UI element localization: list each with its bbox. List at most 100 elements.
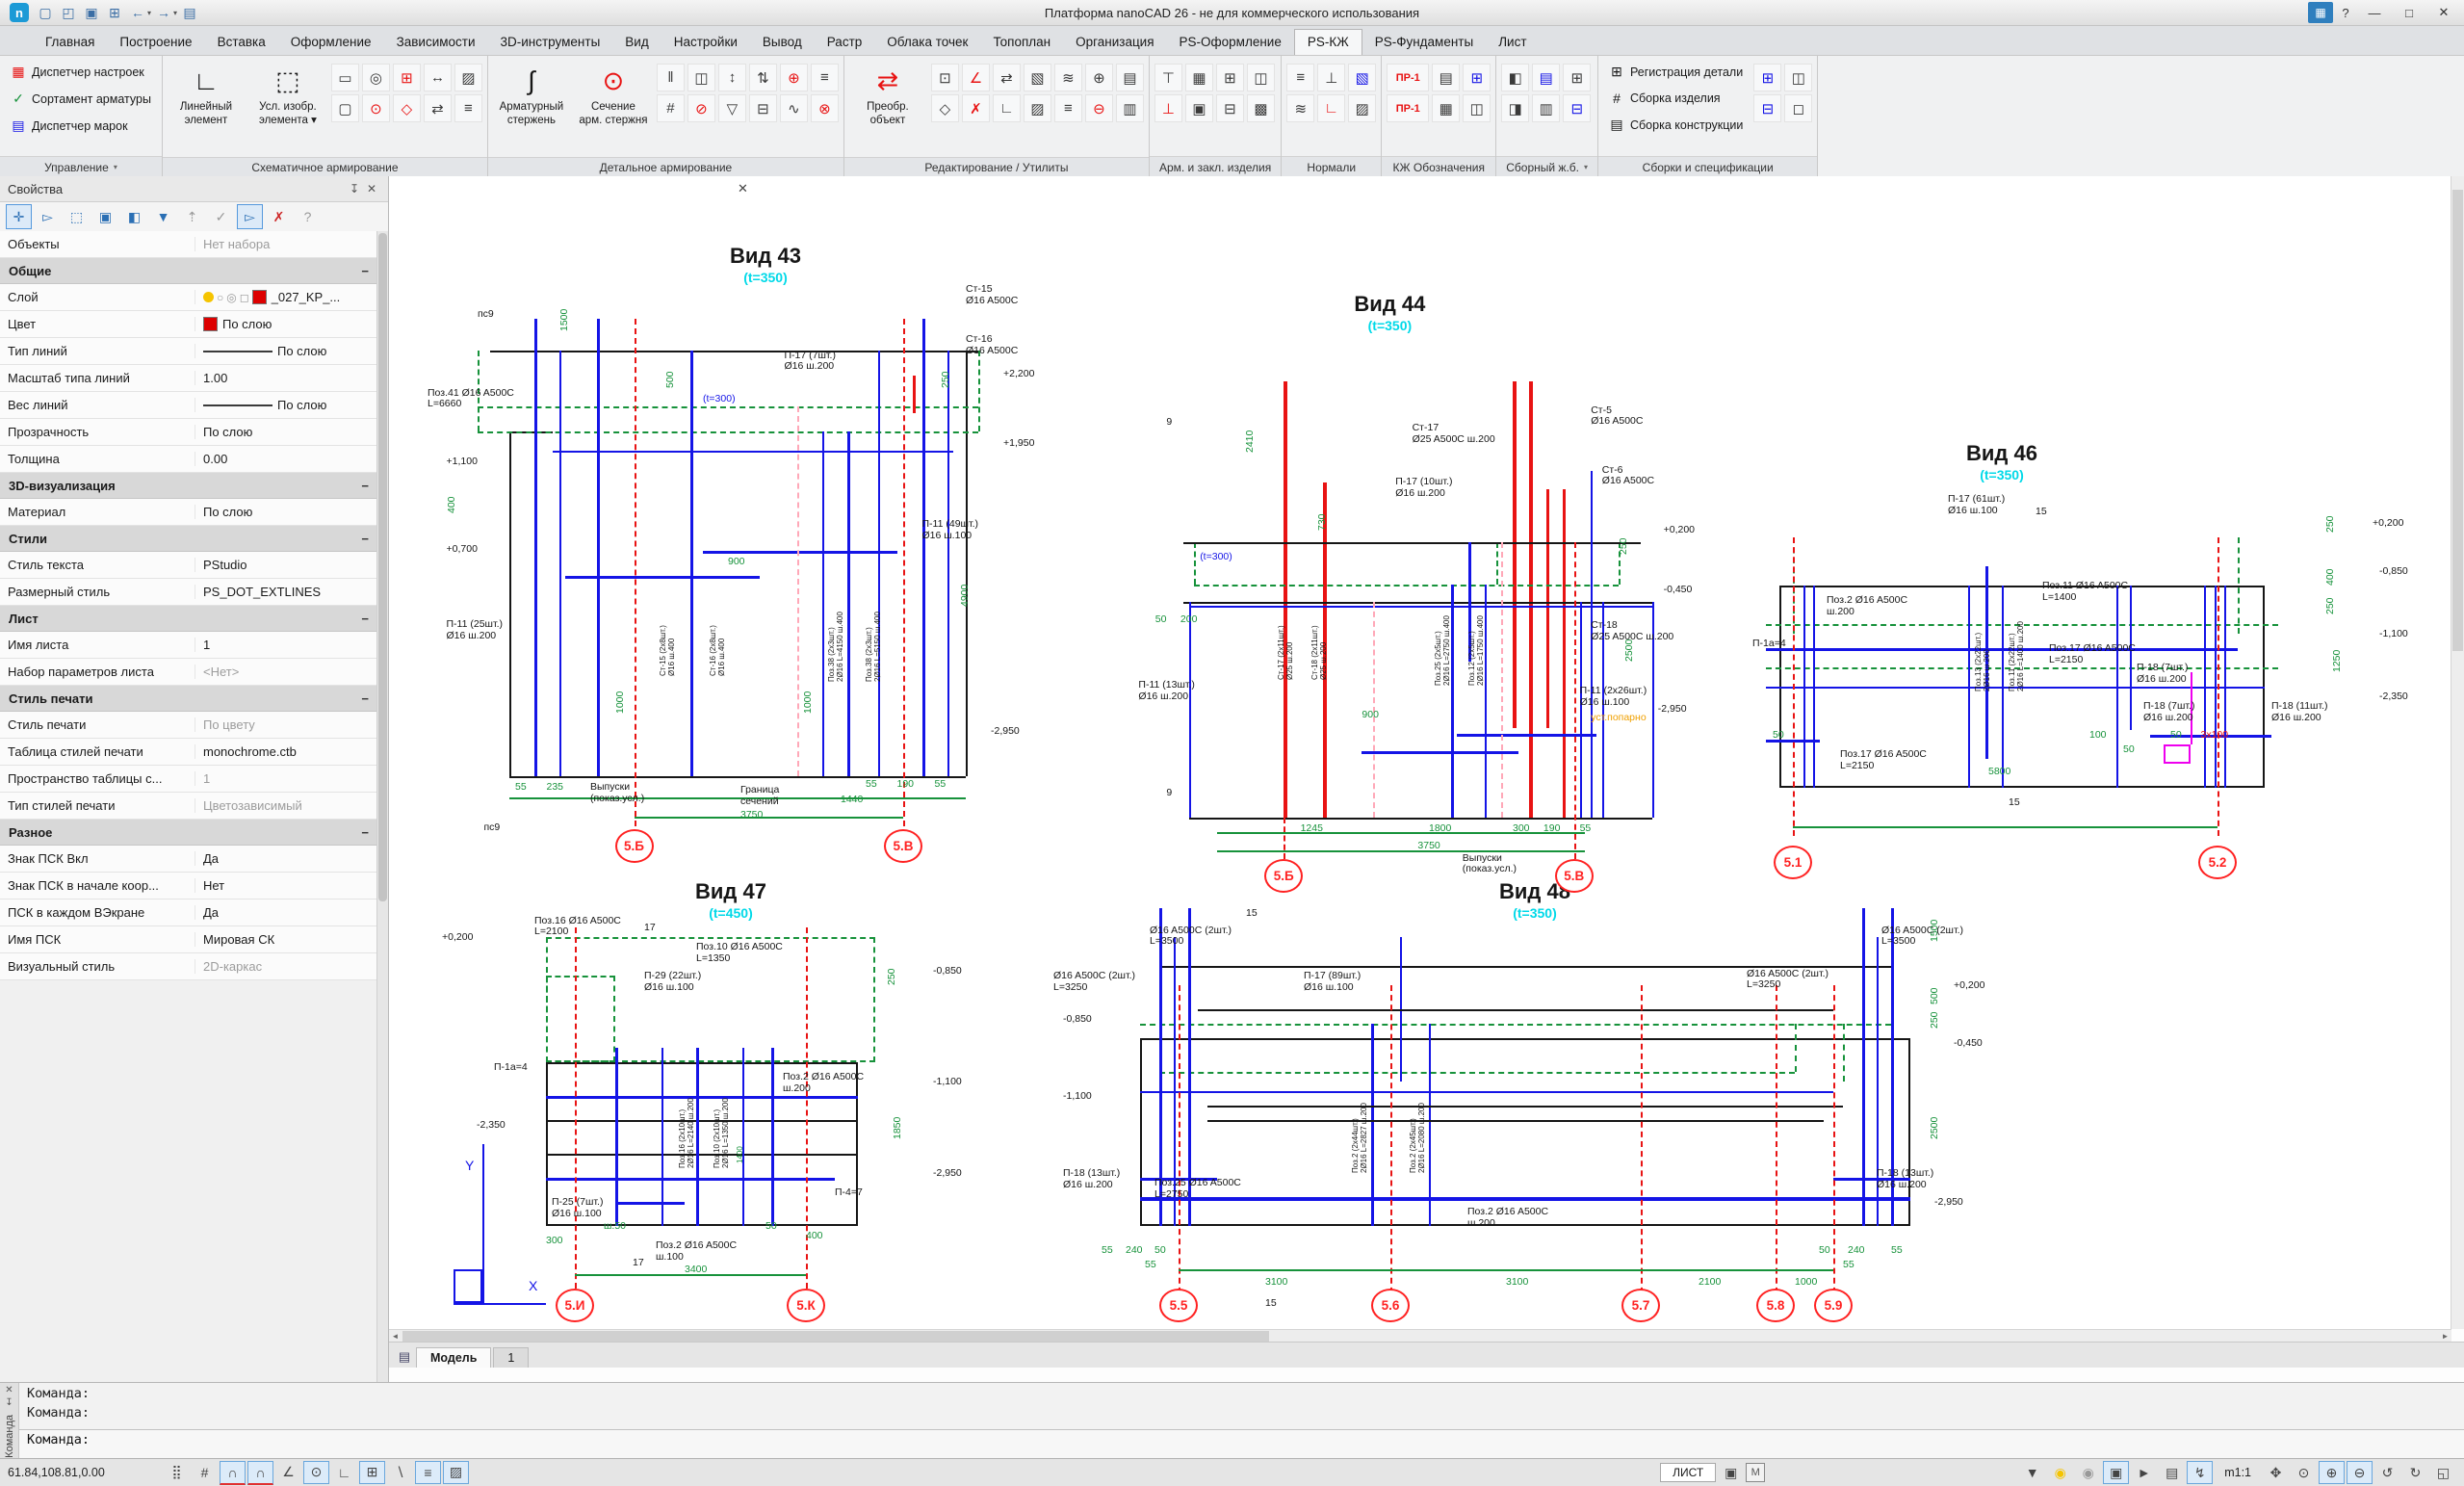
properties-section-header[interactable]: Стили− [0, 526, 377, 552]
quick-properties-icon[interactable]: ▤ [2159, 1461, 2185, 1484]
zoom-out-icon[interactable]: ⊖ [2347, 1461, 2373, 1484]
new-file-icon[interactable]: ▢ [35, 3, 56, 22]
ribbon-icon-button[interactable]: ▦ [1185, 64, 1213, 91]
dynamic-input-icon[interactable]: ↯ [2187, 1461, 2213, 1484]
ribbon-icon-button[interactable]: ‖ [657, 64, 685, 91]
minimize-button[interactable]: — [2358, 2, 2391, 23]
properties-tool-icon[interactable]: ▻ [237, 204, 263, 229]
annotation-scale-icon[interactable]: ▣ [2103, 1461, 2129, 1484]
property-value[interactable]: Нет набора [195, 237, 377, 251]
ribbon-icon-button[interactable]: ⊕ [780, 64, 808, 91]
osnap-icon[interactable]: ∩ [220, 1461, 246, 1485]
layer-state-icon[interactable]: ○ [217, 291, 223, 304]
ribbon-icon-button[interactable]: ⊙ [362, 94, 390, 122]
zoom-in-icon[interactable]: ⊕ [2319, 1461, 2345, 1484]
ribbon-icon-button[interactable]: ▧ [1024, 64, 1051, 91]
snap-icon[interactable]: # [192, 1461, 218, 1484]
chevron-down-icon[interactable]: ▾ [1584, 163, 1588, 171]
ribbon-icon-button[interactable]: ▩ [1247, 94, 1275, 122]
ribbon-icon-button[interactable]: # [657, 94, 685, 122]
info-button[interactable]: ▦ [2308, 2, 2333, 23]
ribbon-icon-button[interactable]: ▽ [718, 94, 746, 122]
collapse-icon[interactable]: − [361, 532, 369, 546]
ribbon-button[interactable]: ✓Сортамент арматуры [5, 87, 157, 111]
save-icon[interactable]: ▣ [81, 3, 102, 22]
collapse-icon[interactable]: − [361, 612, 369, 626]
help-button[interactable]: ? [2335, 2, 2356, 23]
angle-snap-icon[interactable]: ∠ [275, 1461, 301, 1484]
collapse-icon[interactable]: − [361, 264, 369, 278]
ribbon-button[interactable]: #Сборка изделия [1603, 87, 1749, 110]
properties-tool-icon[interactable]: ? [295, 204, 321, 229]
ribbon-icon-button[interactable]: ∿ [780, 94, 808, 122]
ribbon-icon-button[interactable]: ⊞ [1463, 64, 1491, 91]
ribbon-icon-button[interactable]: ↕ [718, 64, 746, 91]
drawing-close-icon[interactable]: ✕ [738, 181, 748, 196]
property-value[interactable]: <Нет> [195, 665, 377, 679]
properties-section-header[interactable]: Стиль печати− [0, 686, 377, 712]
pan-icon[interactable]: ✥ [2263, 1461, 2289, 1484]
annotation-dropdown-icon[interactable]: ▼ [2019, 1461, 2045, 1484]
properties-tool-icon[interactable]: ⇡ [179, 204, 205, 229]
ribbon-icon-button[interactable]: ▨ [1024, 94, 1051, 122]
layout-tab-1[interactable]: 1 [493, 1347, 529, 1368]
object-tracking-icon[interactable]: ⊞ [359, 1461, 385, 1484]
ribbon-icon-button[interactable]: ⊞ [1753, 64, 1781, 91]
ribbon-icon-button[interactable]: ▤ [1532, 64, 1560, 91]
ribbon-tab-организация[interactable]: Организация [1063, 30, 1166, 55]
dropdown-icon[interactable]: ▾ [147, 9, 151, 17]
cursor-menu-icon[interactable]: ► [2131, 1461, 2157, 1484]
vertical-scrollbar[interactable] [2451, 176, 2464, 1329]
ribbon-tab-оформление[interactable]: Оформление [278, 30, 384, 55]
properties-tool-icon[interactable]: ▼ [150, 204, 176, 229]
orbit-icon[interactable]: ↺ [2374, 1461, 2400, 1484]
ribbon-icon-button[interactable]: ▤ [1116, 64, 1144, 91]
rotate-lock-icon[interactable]: ↻ [2402, 1461, 2428, 1484]
collapse-icon[interactable]: − [361, 691, 369, 706]
collapse-icon[interactable]: − [361, 479, 369, 493]
properties-section-header[interactable]: Разное− [0, 820, 377, 846]
annotation-visibility-icon[interactable]: ◉ [2047, 1461, 2073, 1484]
ribbon-icon-button[interactable]: ≡ [1286, 64, 1314, 91]
ribbon-big-button[interactable]: ⊙Сечениеарм. стержня [575, 60, 652, 155]
annotation-auto-icon[interactable]: ◉ [2075, 1461, 2101, 1484]
ribbon-big-button[interactable]: ⬚Усл. изобр.элемента ▾ [249, 60, 326, 155]
properties-tool-icon[interactable]: ✛ [6, 204, 32, 229]
ribbon-big-button[interactable]: ⇄Преобр.объект [849, 60, 926, 155]
ribbon-icon-button[interactable]: ▨ [1348, 94, 1376, 122]
property-value[interactable]: По слою [195, 398, 377, 412]
chevron-down-icon[interactable]: ▾ [114, 163, 117, 171]
ribbon-icon-button[interactable]: ≡ [1054, 94, 1082, 122]
print-icon[interactable]: ▤ [179, 3, 200, 22]
property-value[interactable]: 2D-каркас [195, 959, 377, 974]
property-value[interactable]: Цветозависимый [195, 798, 377, 813]
osnap-3d-icon[interactable]: ∩ [247, 1461, 273, 1485]
lock-icon[interactable]: ▣ [1718, 1461, 1744, 1484]
ribbon-icon-button[interactable]: ⊘ [687, 94, 715, 122]
pin-icon[interactable]: ↧ [346, 182, 363, 196]
ribbon-icon-button[interactable]: ◇ [931, 94, 959, 122]
pin-icon[interactable]: ↧ [5, 1397, 13, 1410]
ribbon-tab-настройки[interactable]: Настройки [661, 30, 750, 55]
ribbon-text-button[interactable]: ПР-1 [1387, 94, 1429, 122]
collapse-icon[interactable]: − [361, 825, 369, 840]
ribbon-icon-button[interactable]: ⊕ [1085, 64, 1113, 91]
dropdown-icon[interactable]: ▾ [173, 9, 177, 17]
ribbon-icon-button[interactable]: ⊖ [1085, 94, 1113, 122]
ribbon-icon-button[interactable]: ▧ [1348, 64, 1376, 91]
property-value[interactable]: 0.00 [195, 452, 377, 466]
properties-section-header[interactable]: Лист− [0, 606, 377, 632]
property-value[interactable]: 1 [195, 638, 377, 652]
ribbon-tab-3d-инструменты[interactable]: 3D-инструменты [488, 30, 613, 55]
ribbon-tab-топоплан[interactable]: Топоплан [980, 30, 1063, 55]
ortho-icon[interactable]: ∟ [331, 1461, 357, 1484]
horizontal-scrollbar[interactable]: ◄ ► [389, 1329, 2451, 1343]
ribbon-icon-button[interactable]: ≡ [454, 94, 482, 122]
ribbon-tab-вставка[interactable]: Вставка [205, 30, 278, 55]
close-button[interactable]: ✕ [2427, 2, 2460, 23]
ribbon-icon-button[interactable]: ⇄ [993, 64, 1021, 91]
close-icon[interactable]: ✕ [363, 182, 380, 196]
properties-tool-icon[interactable]: ▻ [35, 204, 61, 229]
ribbon-big-button[interactable]: ∫Арматурныйстержень [493, 60, 570, 155]
ribbon-icon-button[interactable]: ≡ [811, 64, 839, 91]
